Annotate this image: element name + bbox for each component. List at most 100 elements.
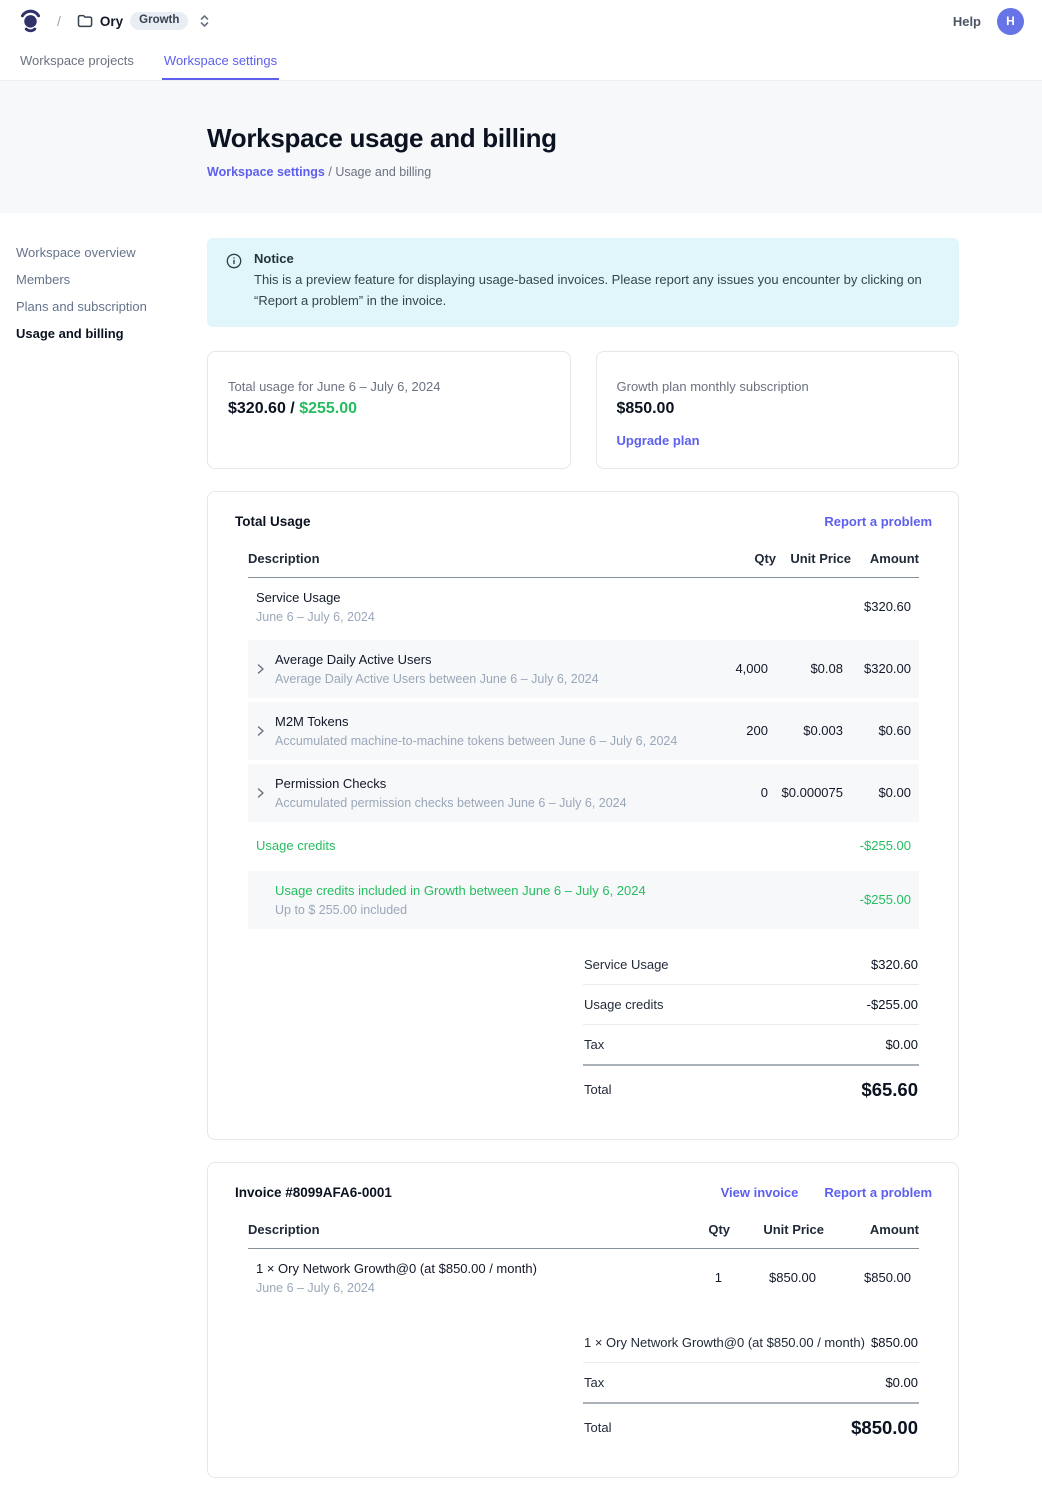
settings-sidenav: Workspace overview Members Plans and sub… (0, 213, 207, 347)
chevron-updown-icon[interactable] (199, 14, 210, 28)
row-title: Average Daily Active Users (275, 652, 599, 667)
row-amount: $0.60 (843, 723, 911, 738)
row-unit-price: $0.003 (768, 723, 843, 738)
view-invoice-link[interactable]: View invoice (721, 1185, 799, 1200)
invoice-table: Description Qty Unit Price Amount 1 × Or… (248, 1222, 919, 1451)
summary-value: $0.00 (885, 1375, 918, 1390)
row-amount: -$255.00 (843, 892, 911, 907)
workspace-switcher[interactable]: Ory Growth (77, 12, 211, 30)
row-unit-price: $0.000075 (768, 785, 843, 800)
row-amount: $320.00 (843, 661, 911, 676)
upgrade-plan-link[interactable]: Upgrade plan (617, 433, 700, 448)
summary-label: Total (584, 1082, 611, 1097)
total-usage-panel: Total Usage Report a problem Description… (207, 491, 959, 1140)
sidebar-item-usage-and-billing[interactable]: Usage and billing (16, 320, 197, 347)
row-title: M2M Tokens (275, 714, 677, 729)
notice-title: Notice (254, 251, 939, 266)
col-qty: Qty (640, 1222, 730, 1237)
report-problem-link[interactable]: Report a problem (824, 1185, 932, 1200)
row-unit-price: $0.08 (768, 661, 843, 676)
summary-total-value: $850.00 (851, 1417, 918, 1439)
row-subtitle: Average Daily Active Users between June … (275, 672, 599, 686)
sidebar-item-plans-and-subscription[interactable]: Plans and subscription (16, 293, 197, 320)
usage-table-header: Description Qty Unit Price Amount (248, 551, 919, 578)
usage-panel-title: Total Usage (235, 514, 311, 529)
summary-row-item: 1 × Ory Network Growth@0 (at $850.00 / m… (583, 1323, 919, 1363)
summary-value: -$255.00 (867, 997, 918, 1012)
row-title: 1 × Ory Network Growth@0 (at $850.00 / m… (256, 1261, 632, 1276)
summary-label: 1 × Ory Network Growth@0 (at $850.00 / m… (584, 1335, 865, 1350)
table-row-usage-credits-detail: Usage credits included in Growth between… (248, 871, 919, 929)
summary-label: Tax (584, 1375, 604, 1390)
subscription-label: Growth plan monthly subscription (617, 379, 939, 394)
row-title: Service Usage (256, 590, 688, 605)
ory-logo-icon[interactable] (18, 8, 43, 34)
topbar: / Ory Growth Help H (0, 0, 1042, 42)
invoice-summary: 1 × Ory Network Growth@0 (at $850.00 / m… (583, 1323, 919, 1451)
row-qty: 1 (632, 1270, 722, 1285)
breadcrumb-workspace-settings-link[interactable]: Workspace settings (207, 165, 325, 179)
chevron-right-icon[interactable] (256, 787, 267, 799)
preview-notice: Notice This is a preview feature for dis… (207, 238, 959, 327)
breadcrumb-current: Usage and billing (335, 165, 431, 179)
total-usage-label: Total usage for June 6 – July 6, 2024 (228, 379, 550, 394)
table-row-usage-credits: Usage credits -$255.00 (248, 822, 919, 867)
chevron-right-icon[interactable] (256, 725, 267, 737)
total-usage-card: Total usage for June 6 – July 6, 2024 $3… (207, 351, 571, 469)
usage-table: Description Qty Unit Price Amount Servic… (248, 551, 919, 1113)
row-amount: $0.00 (843, 785, 911, 800)
chevron-right-icon[interactable] (256, 663, 267, 675)
summary-label: Tax (584, 1037, 604, 1052)
summary-row-service-usage: Service Usage $320.60 (583, 945, 919, 985)
row-amount: -$255.00 (843, 838, 911, 853)
row-subtitle: Up to $ 255.00 included (275, 903, 688, 917)
usage-summary: Service Usage $320.60 Usage credits -$25… (583, 945, 919, 1113)
table-row-m2m-tokens: M2M Tokens Accumulated machine-to-machin… (248, 702, 919, 760)
usage-amount: $320.60 (228, 400, 286, 417)
table-row-service-usage: Service Usage June 6 – July 6, 2024 $320… (248, 578, 919, 636)
row-qty: 200 (688, 723, 768, 738)
row-subtitle: Accumulated permission checks between Ju… (275, 796, 627, 810)
folder-icon (77, 14, 93, 28)
page-header: Workspace usage and billing Workspace se… (0, 81, 1042, 213)
workspace-tabbar: Workspace projects Workspace settings (0, 42, 1042, 81)
row-qty: 4,000 (688, 661, 768, 676)
row-subtitle: June 6 – July 6, 2024 (256, 610, 688, 624)
tab-workspace-projects[interactable]: Workspace projects (18, 42, 136, 80)
row-title: Usage credits (256, 838, 688, 853)
invoice-panel-title: Invoice #8099AFA6-0001 (235, 1185, 392, 1200)
sidebar-item-workspace-overview[interactable]: Workspace overview (16, 239, 197, 266)
row-qty: 0 (688, 785, 768, 800)
notice-body: This is a preview feature for displaying… (254, 270, 939, 312)
summary-value: $850.00 (871, 1335, 918, 1350)
summary-label: Usage credits (584, 997, 663, 1012)
row-amount: $320.60 (843, 599, 911, 614)
col-amount: Amount (851, 551, 919, 566)
user-avatar[interactable]: H (997, 8, 1024, 35)
breadcrumb-separator: / (57, 13, 61, 29)
page-title: Workspace usage and billing (207, 123, 1042, 154)
summary-total-value: $65.60 (861, 1079, 918, 1101)
summary-row-total: Total $65.60 (583, 1066, 919, 1113)
col-description: Description (248, 1222, 640, 1237)
table-row-permission-checks: Permission Checks Accumulated permission… (248, 764, 919, 822)
sidebar-item-members[interactable]: Members (16, 266, 197, 293)
subscription-value: $850.00 (617, 400, 939, 418)
col-unit-price: Unit Price (730, 1222, 824, 1237)
col-unit-price: Unit Price (776, 551, 851, 566)
table-row-invoice-item: 1 × Ory Network Growth@0 (at $850.00 / m… (248, 1249, 919, 1307)
summary-label: Service Usage (584, 957, 669, 972)
invoice-table-header: Description Qty Unit Price Amount (248, 1222, 919, 1249)
workspace-name: Ory (100, 14, 123, 29)
row-subtitle: June 6 – July 6, 2024 (256, 1281, 632, 1295)
main-panel: Notice This is a preview feature for dis… (207, 213, 959, 1494)
subscription-card: Growth plan monthly subscription $850.00… (596, 351, 960, 469)
col-qty: Qty (696, 551, 776, 566)
col-description: Description (248, 551, 696, 566)
report-problem-link[interactable]: Report a problem (824, 514, 932, 529)
tab-workspace-settings[interactable]: Workspace settings (162, 42, 279, 80)
usage-credit-amount: $255.00 (299, 400, 357, 417)
help-link[interactable]: Help (953, 14, 981, 29)
summary-value: $320.60 (871, 957, 918, 972)
workspace-plan-badge: Growth (130, 12, 188, 30)
